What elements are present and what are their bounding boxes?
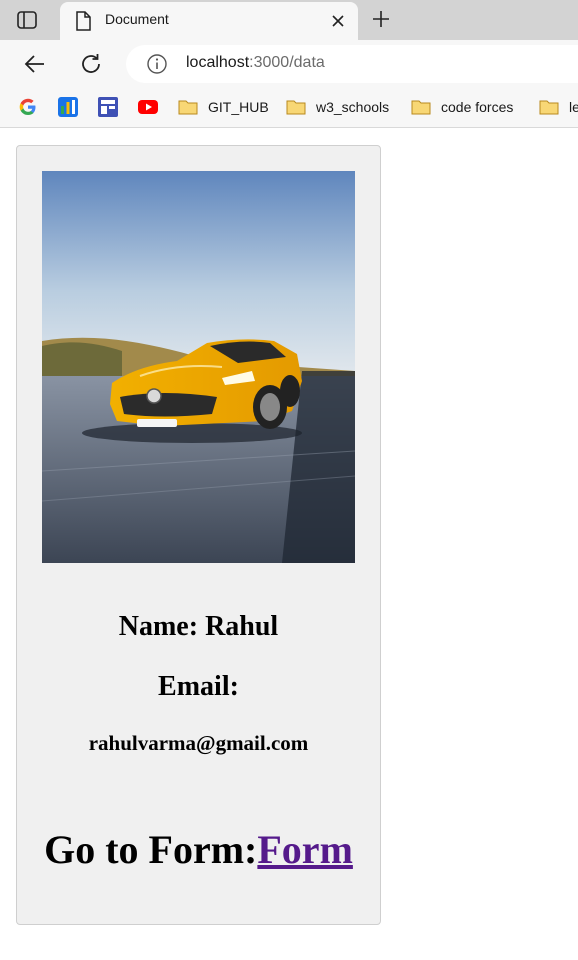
close-icon[interactable] <box>328 11 348 31</box>
bookmark-layout[interactable] <box>98 96 118 118</box>
tab-actions-icon[interactable] <box>16 10 38 30</box>
google-icon <box>18 97 38 117</box>
bookmark-github[interactable]: GIT_HUB <box>178 96 269 118</box>
folder-icon <box>286 97 306 117</box>
bookmark-analytics[interactable] <box>58 96 78 118</box>
bookmark-w3schools[interactable]: w3_schools <box>286 96 389 118</box>
browser-tab[interactable]: Document <box>60 2 358 40</box>
folder-icon <box>539 97 559 117</box>
url-text: localhost:3000/data <box>186 54 325 72</box>
bookmark-google[interactable] <box>18 96 38 118</box>
info-icon[interactable] <box>146 53 168 75</box>
bookmark-le[interactable]: le <box>539 96 578 118</box>
reload-icon[interactable] <box>78 51 104 77</box>
url-field[interactable]: localhost:3000/data <box>126 45 578 83</box>
bookmark-codeforces[interactable]: code forces <box>411 96 513 118</box>
address-bar: localhost:3000/data <box>0 40 578 88</box>
url-path: :3000/data <box>249 54 325 71</box>
bookmark-youtube[interactable] <box>138 96 158 118</box>
car-photo <box>42 171 355 563</box>
tab-title: Document <box>105 11 169 27</box>
back-arrow-icon[interactable] <box>22 52 48 76</box>
form-link-line: Go to Form:Form <box>17 826 380 873</box>
layout-icon <box>98 97 118 117</box>
analytics-icon <box>58 97 78 117</box>
email-label: Email: <box>158 671 239 702</box>
folder-icon <box>411 97 431 117</box>
email-value: rahulvarma@gmail.com <box>88 731 309 755</box>
bookmarks-bar: GIT_HUB w3_schools code forces le <box>0 88 578 128</box>
document-icon <box>74 11 92 31</box>
bookmark-label: w3_schools <box>316 99 390 115</box>
url-host: localhost <box>186 54 250 71</box>
folder-icon <box>178 97 198 117</box>
profile-card: Name: Rahul Email: rahulvarma@gmail.com … <box>16 145 381 925</box>
tab-strip: Document <box>0 0 578 40</box>
bookmark-label: code forces <box>441 99 514 115</box>
profile-name: Name: Rahul <box>118 611 279 642</box>
bookmark-label: le <box>569 99 578 115</box>
form-link[interactable]: Form <box>257 827 353 872</box>
youtube-icon <box>138 97 158 117</box>
plus-icon[interactable] <box>370 8 392 30</box>
form-link-prefix: Go to Form: <box>44 827 258 872</box>
bookmark-label: GIT_HUB <box>208 99 269 115</box>
